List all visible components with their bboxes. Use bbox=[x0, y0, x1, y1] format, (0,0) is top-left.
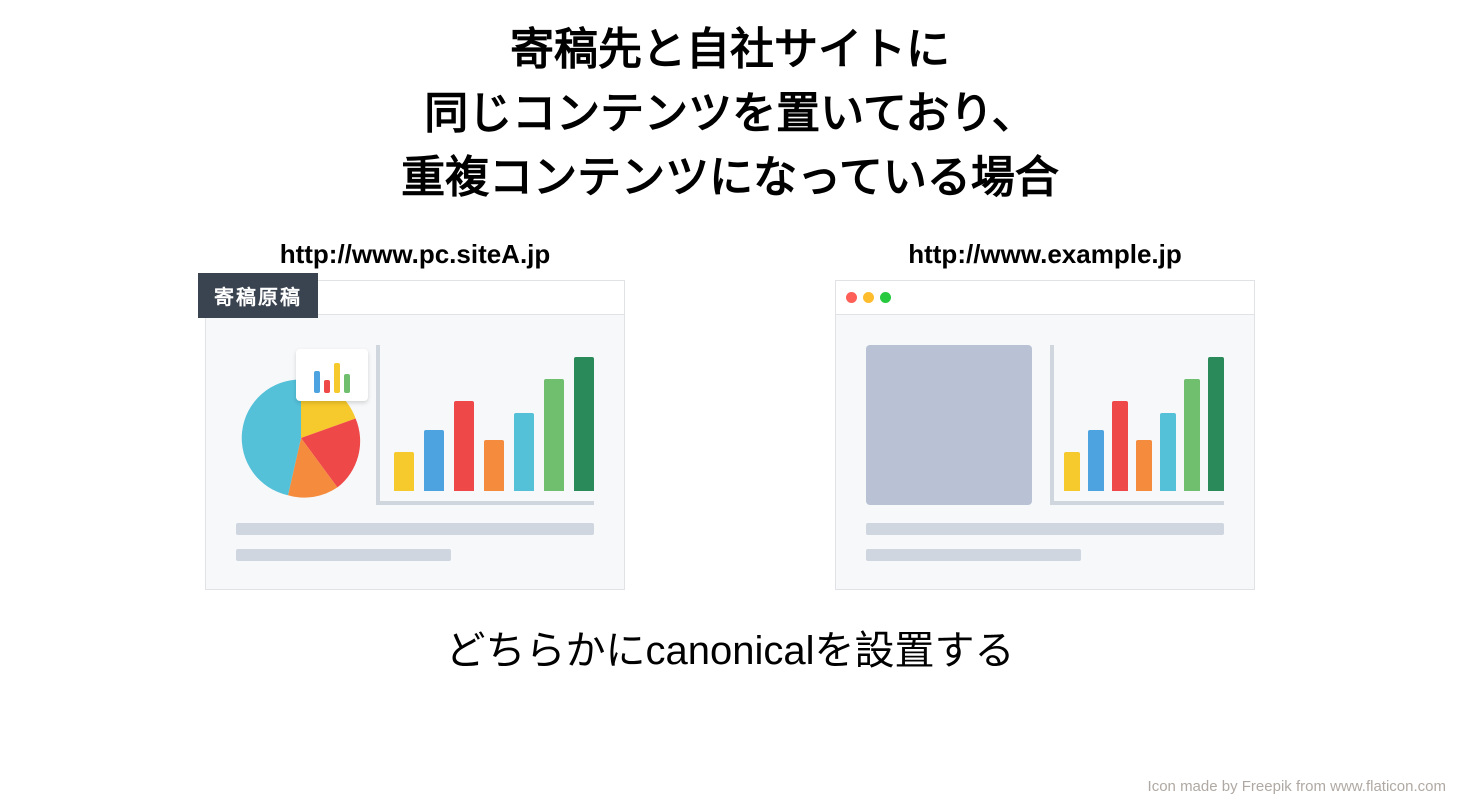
window-dot-yellow-icon bbox=[863, 292, 874, 303]
site-left: http://www.pc.siteA.jp 寄稿原稿 bbox=[205, 239, 625, 590]
heading-line-2: 同じコンテンツを置いており、 bbox=[0, 82, 1460, 146]
site-right-url: http://www.example.jp bbox=[908, 239, 1182, 270]
text-line bbox=[866, 549, 1081, 561]
pie-chart-icon bbox=[236, 345, 358, 505]
bar-chart-left-icon bbox=[376, 345, 594, 505]
image-placeholder-icon bbox=[866, 345, 1032, 505]
content-area-left bbox=[206, 315, 624, 589]
text-lines-right bbox=[866, 523, 1224, 561]
main-heading: 寄稿先と自社サイトに 同じコンテンツを置いており、 重複コンテンツになっている場… bbox=[0, 0, 1460, 209]
browser-window-left: 寄稿原稿 bbox=[205, 280, 625, 590]
browser-window-right bbox=[835, 280, 1255, 590]
heading-line-1: 寄稿先と自社サイトに bbox=[0, 18, 1460, 82]
mini-bar-chart-icon bbox=[296, 349, 368, 401]
sites-row: http://www.pc.siteA.jp 寄稿原稿 bbox=[0, 239, 1460, 590]
content-area-right bbox=[836, 315, 1254, 589]
bar-chart-right-icon bbox=[1050, 345, 1224, 505]
text-line bbox=[866, 523, 1224, 535]
window-dot-green-icon bbox=[880, 292, 891, 303]
heading-line-3: 重複コンテンツになっている場合 bbox=[0, 146, 1460, 210]
site-right: http://www.example.jp bbox=[835, 239, 1255, 590]
manuscript-badge: 寄稿原稿 bbox=[198, 273, 318, 318]
attribution-text: Icon made by Freepik from www.flaticon.c… bbox=[1148, 778, 1446, 795]
window-dot-red-icon bbox=[846, 292, 857, 303]
bottom-caption: どちらかにcanonicalを設置する bbox=[0, 618, 1460, 676]
window-titlebar-right bbox=[836, 281, 1254, 315]
text-line bbox=[236, 549, 451, 561]
text-lines-left bbox=[236, 523, 594, 561]
text-line bbox=[236, 523, 594, 535]
site-left-url: http://www.pc.siteA.jp bbox=[280, 239, 551, 270]
